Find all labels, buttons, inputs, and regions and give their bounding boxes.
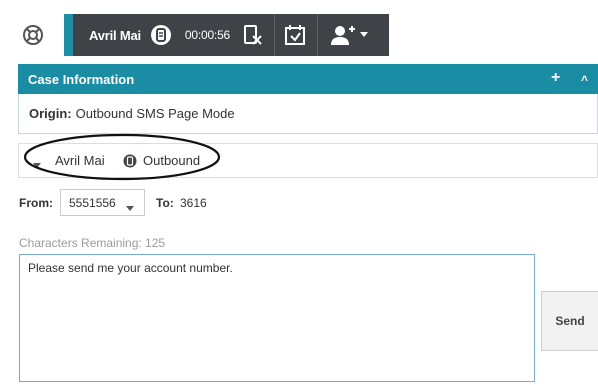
- sms-channel-icon: [123, 154, 137, 168]
- characters-remaining: Characters Remaining: 125: [19, 236, 166, 250]
- to-label: To:: [156, 196, 174, 210]
- to-value: 3616: [180, 196, 207, 210]
- send-button[interactable]: Send: [541, 291, 598, 351]
- case-information-header[interactable]: Case Information + ^: [18, 64, 598, 94]
- interaction-party-bar: Avril Mai Outbound: [18, 143, 598, 178]
- end-chat-icon[interactable]: [242, 23, 264, 47]
- toolbar-separator: [274, 14, 276, 56]
- case-information-title: Case Information: [28, 71, 135, 87]
- case-collapse-button[interactable]: ^: [581, 72, 588, 88]
- origin-value: Outbound SMS Page Mode: [75, 106, 235, 121]
- origin-label: Origin:: [29, 106, 72, 121]
- case-information-body: Origin: Outbound SMS Page Mode: [18, 94, 598, 134]
- from-label: From:: [19, 196, 53, 210]
- global-channel-icon[interactable]: [22, 24, 44, 46]
- collapse-icon[interactable]: [33, 157, 41, 168]
- case-add-button[interactable]: +: [551, 70, 560, 86]
- schedule-icon[interactable]: [283, 23, 307, 47]
- sms-icon: [149, 23, 173, 47]
- message-input[interactable]: Please send me your account number.: [19, 254, 535, 382]
- party-name[interactable]: Avril Mai: [55, 153, 105, 168]
- interaction-timer: 00:00:56: [184, 28, 231, 42]
- interaction-toolbar: Avril Mai 00:00:56: [64, 14, 389, 56]
- interaction-direction: Outbound: [143, 153, 201, 168]
- party-icon[interactable]: [328, 23, 356, 47]
- from-number-value: 5551556: [69, 195, 116, 210]
- chevron-down-icon: [126, 201, 134, 211]
- toolbar-separator: [317, 14, 319, 56]
- from-number-select[interactable]: 5551556: [60, 189, 145, 216]
- chevron-down-icon[interactable]: [359, 30, 369, 40]
- toolbar-party-name[interactable]: Avril Mai: [89, 28, 141, 43]
- toolbar-accent: [64, 14, 73, 56]
